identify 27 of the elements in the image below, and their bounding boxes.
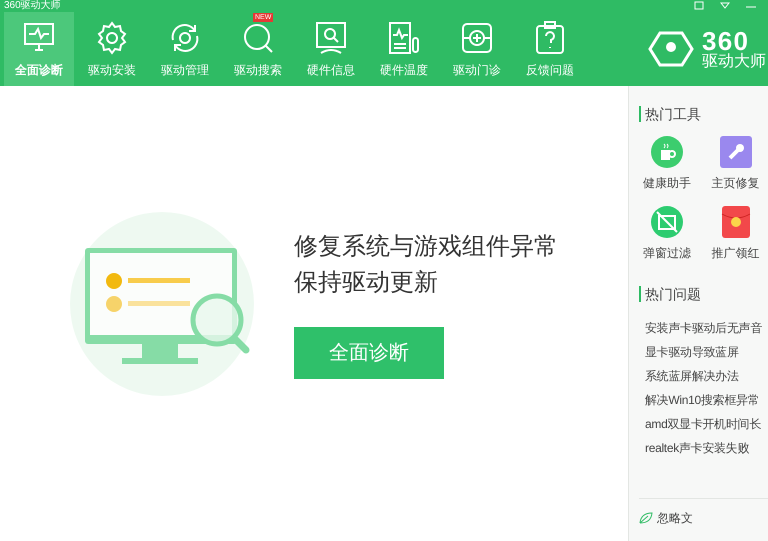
question-link[interactable]: realtek声卡安装失败 (645, 436, 768, 460)
question-link[interactable]: 解决Win10搜索框异常 (645, 388, 768, 412)
logo-icon (648, 31, 694, 67)
hero-text: 修复系统与游戏组件异常 (294, 232, 558, 262)
thermo-icon (386, 20, 422, 56)
tool-label[interactable]: 健康助手 (643, 174, 691, 192)
tool-label[interactable]: 弹窗过滤 (643, 244, 691, 262)
question-link[interactable]: 安装声卡驱动后无声音 (645, 316, 768, 340)
logo-number: 360 (702, 28, 750, 54)
ignore-link[interactable]: 忽略文 (657, 509, 693, 527)
tool-label[interactable]: 主页修复 (712, 174, 760, 192)
question-link[interactable]: amd双显卡开机时间长 (645, 412, 768, 436)
dropdown-icon[interactable] (720, 2, 730, 10)
section-title: 热门工具 (639, 106, 768, 122)
question-link[interactable]: 系统蓝屏解决办法 (645, 364, 768, 388)
redpacket-icon[interactable] (720, 206, 752, 238)
question-link[interactable]: 显卡驱动导致蓝屏 (645, 340, 768, 364)
popup-icon[interactable] (651, 206, 683, 238)
hero-text: 保持驱动更新 (294, 268, 439, 298)
logo-name: 驱动大师 (702, 54, 766, 70)
window-title: 360驱动大师 (4, 0, 61, 12)
cup-icon[interactable] (651, 136, 683, 168)
screen-icon (313, 20, 349, 56)
tool-label[interactable]: 推广领红 (712, 244, 760, 262)
wrench-icon[interactable] (720, 136, 752, 168)
section-title: 热门问题 (639, 286, 768, 302)
leaf-icon (639, 512, 653, 524)
